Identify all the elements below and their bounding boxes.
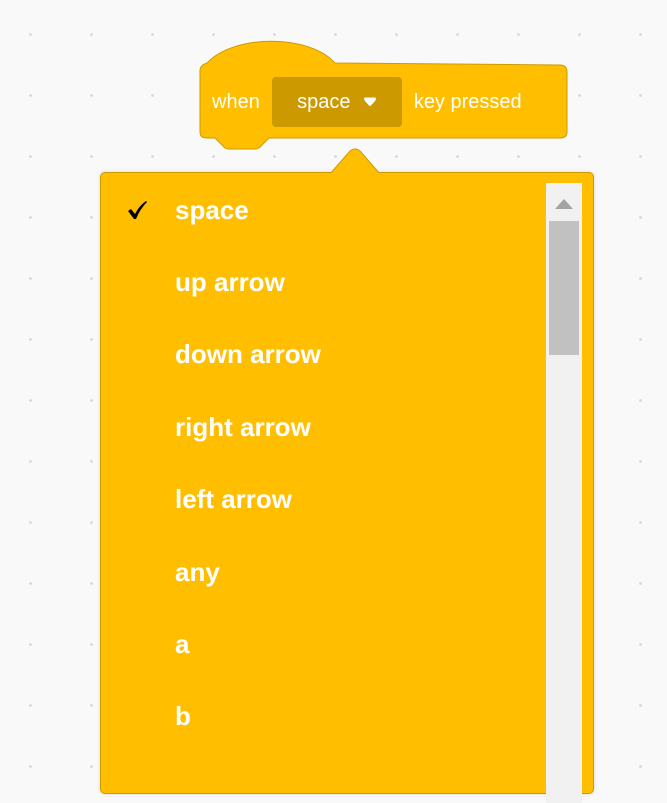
when-key-pressed-block[interactable]: when space key pressed bbox=[199, 40, 569, 152]
key-dropdown-menu: space up arrow down arrow right arrow le… bbox=[100, 148, 594, 803]
menu-item-label: right arrow bbox=[175, 411, 311, 442]
menu-scrollbar[interactable] bbox=[546, 183, 582, 803]
block-when-text: when bbox=[212, 90, 260, 113]
menu-item-up-arrow[interactable]: up arrow bbox=[101, 256, 545, 308]
menu-item-label: left arrow bbox=[175, 483, 293, 514]
menu-item-label: any bbox=[175, 556, 220, 587]
scroll-up-arrow-icon[interactable] bbox=[555, 199, 573, 209]
key-dropdown-field[interactable]: space bbox=[271, 77, 402, 127]
menu-item-space[interactable]: space bbox=[101, 184, 545, 236]
caret-down-icon bbox=[363, 97, 376, 106]
menu-item-label: down arrow bbox=[175, 338, 321, 369]
menu-item-right-arrow[interactable]: right arrow bbox=[101, 401, 545, 453]
dropdown-pointer-arrow bbox=[330, 148, 380, 175]
scrollbar-thumb[interactable] bbox=[549, 221, 579, 355]
menu-item-down-arrow[interactable]: down arrow bbox=[101, 328, 545, 380]
menu-item-label: up arrow bbox=[175, 266, 285, 297]
menu-item-left-arrow[interactable]: left arrow bbox=[101, 473, 545, 525]
menu-item-b[interactable]: b bbox=[101, 690, 545, 742]
menu-item-label: space bbox=[175, 194, 249, 225]
menu-item-label: b bbox=[175, 700, 191, 731]
menu-item-a[interactable]: a bbox=[101, 618, 545, 670]
menu-item-label: a bbox=[175, 628, 190, 659]
key-dropdown-value: space bbox=[297, 90, 351, 113]
block-key-pressed-text: key pressed bbox=[413, 90, 522, 113]
menu-item-any[interactable]: any bbox=[101, 546, 545, 598]
checkmark-icon bbox=[128, 201, 147, 219]
